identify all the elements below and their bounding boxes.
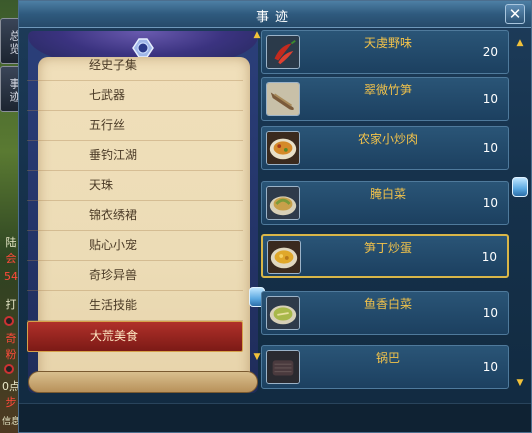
category-item[interactable]: 经史子集 [27,51,243,81]
item-quantity: 20 [482,45,498,59]
item-quantity: 10 [482,92,498,106]
scroll-up-arrow-icon[interactable]: ▲ [515,39,525,48]
item-name: 天虔野味 [363,36,412,50]
item-quantity: 10 [482,141,498,155]
category-item[interactable]: 天珠 [27,171,243,201]
item-name: 农家小炒肉 [357,132,418,146]
deeds-window: 事迹 ✕ 经史子集 七武器 五行丝 垂钓江湖 天珠 锦衣绣裙 贴心小宠 奇珍异兽… [18,0,532,433]
item-name: 锅巴 [375,351,400,365]
item-quantity: 10 [482,306,498,320]
item-name: 鱼香白菜 [363,297,412,311]
status-bar [19,403,531,432]
egg-dish-icon [267,240,301,274]
food-item-highlighted[interactable]: 笋丁炒蛋 10 [261,234,509,278]
window-title: 事迹 [255,10,294,25]
category-item[interactable]: 生活技能 [27,291,243,321]
item-name: 腌白菜 [369,187,406,201]
category-item[interactable]: 贴心小宠 [27,231,243,261]
item-scrollbar[interactable]: ▲ ▼ [512,31,528,393]
item-quantity: 10 [482,360,498,374]
item-quantity: 10 [482,196,498,210]
category-item-selected[interactable]: 大荒美食 [27,321,243,352]
scroll-down-arrow-icon[interactable]: ▼ [515,379,525,388]
rice-crust-icon [266,350,300,384]
category-item[interactable]: 垂钓江湖 [27,141,243,171]
category-item[interactable]: 五行丝 [27,111,243,141]
pickled-cabbage-icon [266,186,300,220]
category-item[interactable]: 七武器 [27,81,243,111]
cabbage-dish-icon [266,296,300,330]
food-item[interactable]: 翠微竹笋 10 [261,77,509,121]
scroll-thumb[interactable] [512,177,528,197]
item-name: 翠微竹笋 [363,83,412,97]
category-item[interactable]: 锦衣绣裙 [27,201,243,231]
category-list: 经史子集 七武器 五行丝 垂钓江湖 天珠 锦衣绣裙 贴心小宠 奇珍异兽 生活技能… [27,51,243,352]
close-button[interactable]: ✕ [505,4,525,24]
chili-pepper-icon [266,35,300,69]
category-item[interactable]: 奇珍异兽 [27,261,243,291]
item-name: 笋丁炒蛋 [363,241,412,255]
item-quantity: 10 [481,250,497,264]
bamboo-shoot-icon [266,82,300,116]
food-item[interactable]: 锅巴 10 [261,345,509,389]
stir-fry-pork-icon [266,131,300,165]
status-dot-icon [4,364,14,374]
food-item[interactable]: 天虔野味 20 [261,30,509,74]
title-bar[interactable]: 事迹 ✕ [19,1,531,28]
food-item[interactable]: 鱼香白菜 10 [261,291,509,335]
status-dot-icon [4,316,14,326]
food-item[interactable]: 农家小炒肉 10 [261,126,509,170]
food-item[interactable]: 腌白菜 10 [261,181,509,225]
scroll-roll-bottom [28,371,258,393]
